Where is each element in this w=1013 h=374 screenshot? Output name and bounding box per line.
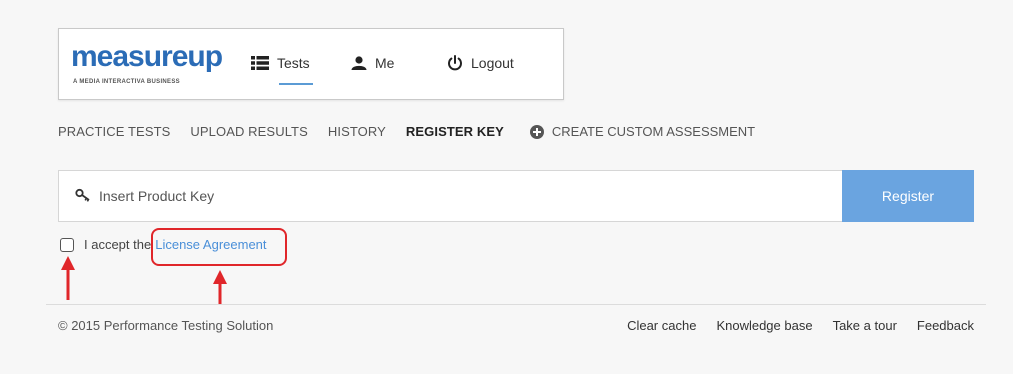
logo-wordmark: measureup xyxy=(71,40,223,73)
footer-knowledge-base[interactable]: Knowledge base xyxy=(716,318,812,333)
subnav-practice-tests[interactable]: PRACTICE TESTS xyxy=(58,124,170,139)
active-tab-indicator xyxy=(279,83,313,85)
plus-circle-icon xyxy=(529,124,544,139)
nav-me-label: Me xyxy=(375,55,395,71)
subnav-create-custom-assessment[interactable]: CREATE CUSTOM ASSESSMENT xyxy=(529,124,756,139)
arrow-up-icon xyxy=(61,256,75,300)
footer-clear-cache[interactable]: Clear cache xyxy=(627,318,696,333)
logo-tagline: A MEDIA INTERACTIVA BUSINESS xyxy=(73,79,180,85)
nav-logout-label: Logout xyxy=(471,55,514,71)
sub-navigation: PRACTICE TESTS UPLOAD RESULTS HISTORY RE… xyxy=(58,124,755,139)
power-icon xyxy=(448,55,462,71)
product-key-input[interactable] xyxy=(99,171,839,221)
top-navbar: measureup A MEDIA INTERACTIVA BUSINESS T… xyxy=(58,28,564,100)
footer-copyright: © 2015 Performance Testing Solution xyxy=(58,318,274,333)
nav-me[interactable]: Me xyxy=(351,55,394,71)
footer-divider xyxy=(46,304,986,305)
user-icon xyxy=(351,56,367,70)
nav-tests[interactable]: Tests xyxy=(251,55,310,71)
key-icon xyxy=(75,188,90,202)
accept-checkbox[interactable] xyxy=(60,237,74,252)
subnav-history[interactable]: HISTORY xyxy=(328,124,386,139)
license-link-highlight xyxy=(151,228,287,266)
nav-logout[interactable]: Logout xyxy=(447,55,514,71)
footer-take-a-tour[interactable]: Take a tour xyxy=(833,318,897,333)
measureup-logo[interactable]: measureup A MEDIA INTERACTIVA BUSINESS xyxy=(71,39,223,89)
list-icon xyxy=(251,56,269,70)
register-button[interactable]: Register xyxy=(842,170,974,222)
footer-links: Clear cache Knowledge base Take a tour F… xyxy=(627,318,974,333)
nav-tests-label: Tests xyxy=(277,55,310,71)
footer-feedback[interactable]: Feedback xyxy=(917,318,974,333)
subnav-upload-results[interactable]: UPLOAD RESULTS xyxy=(190,124,307,139)
arrow-up-icon xyxy=(213,270,227,304)
subnav-register-key[interactable]: REGISTER KEY xyxy=(406,124,504,139)
accept-prefix-text: I accept the xyxy=(84,237,152,252)
create-custom-label: CREATE CUSTOM ASSESSMENT xyxy=(551,124,756,139)
product-key-bar: Register xyxy=(58,170,974,222)
